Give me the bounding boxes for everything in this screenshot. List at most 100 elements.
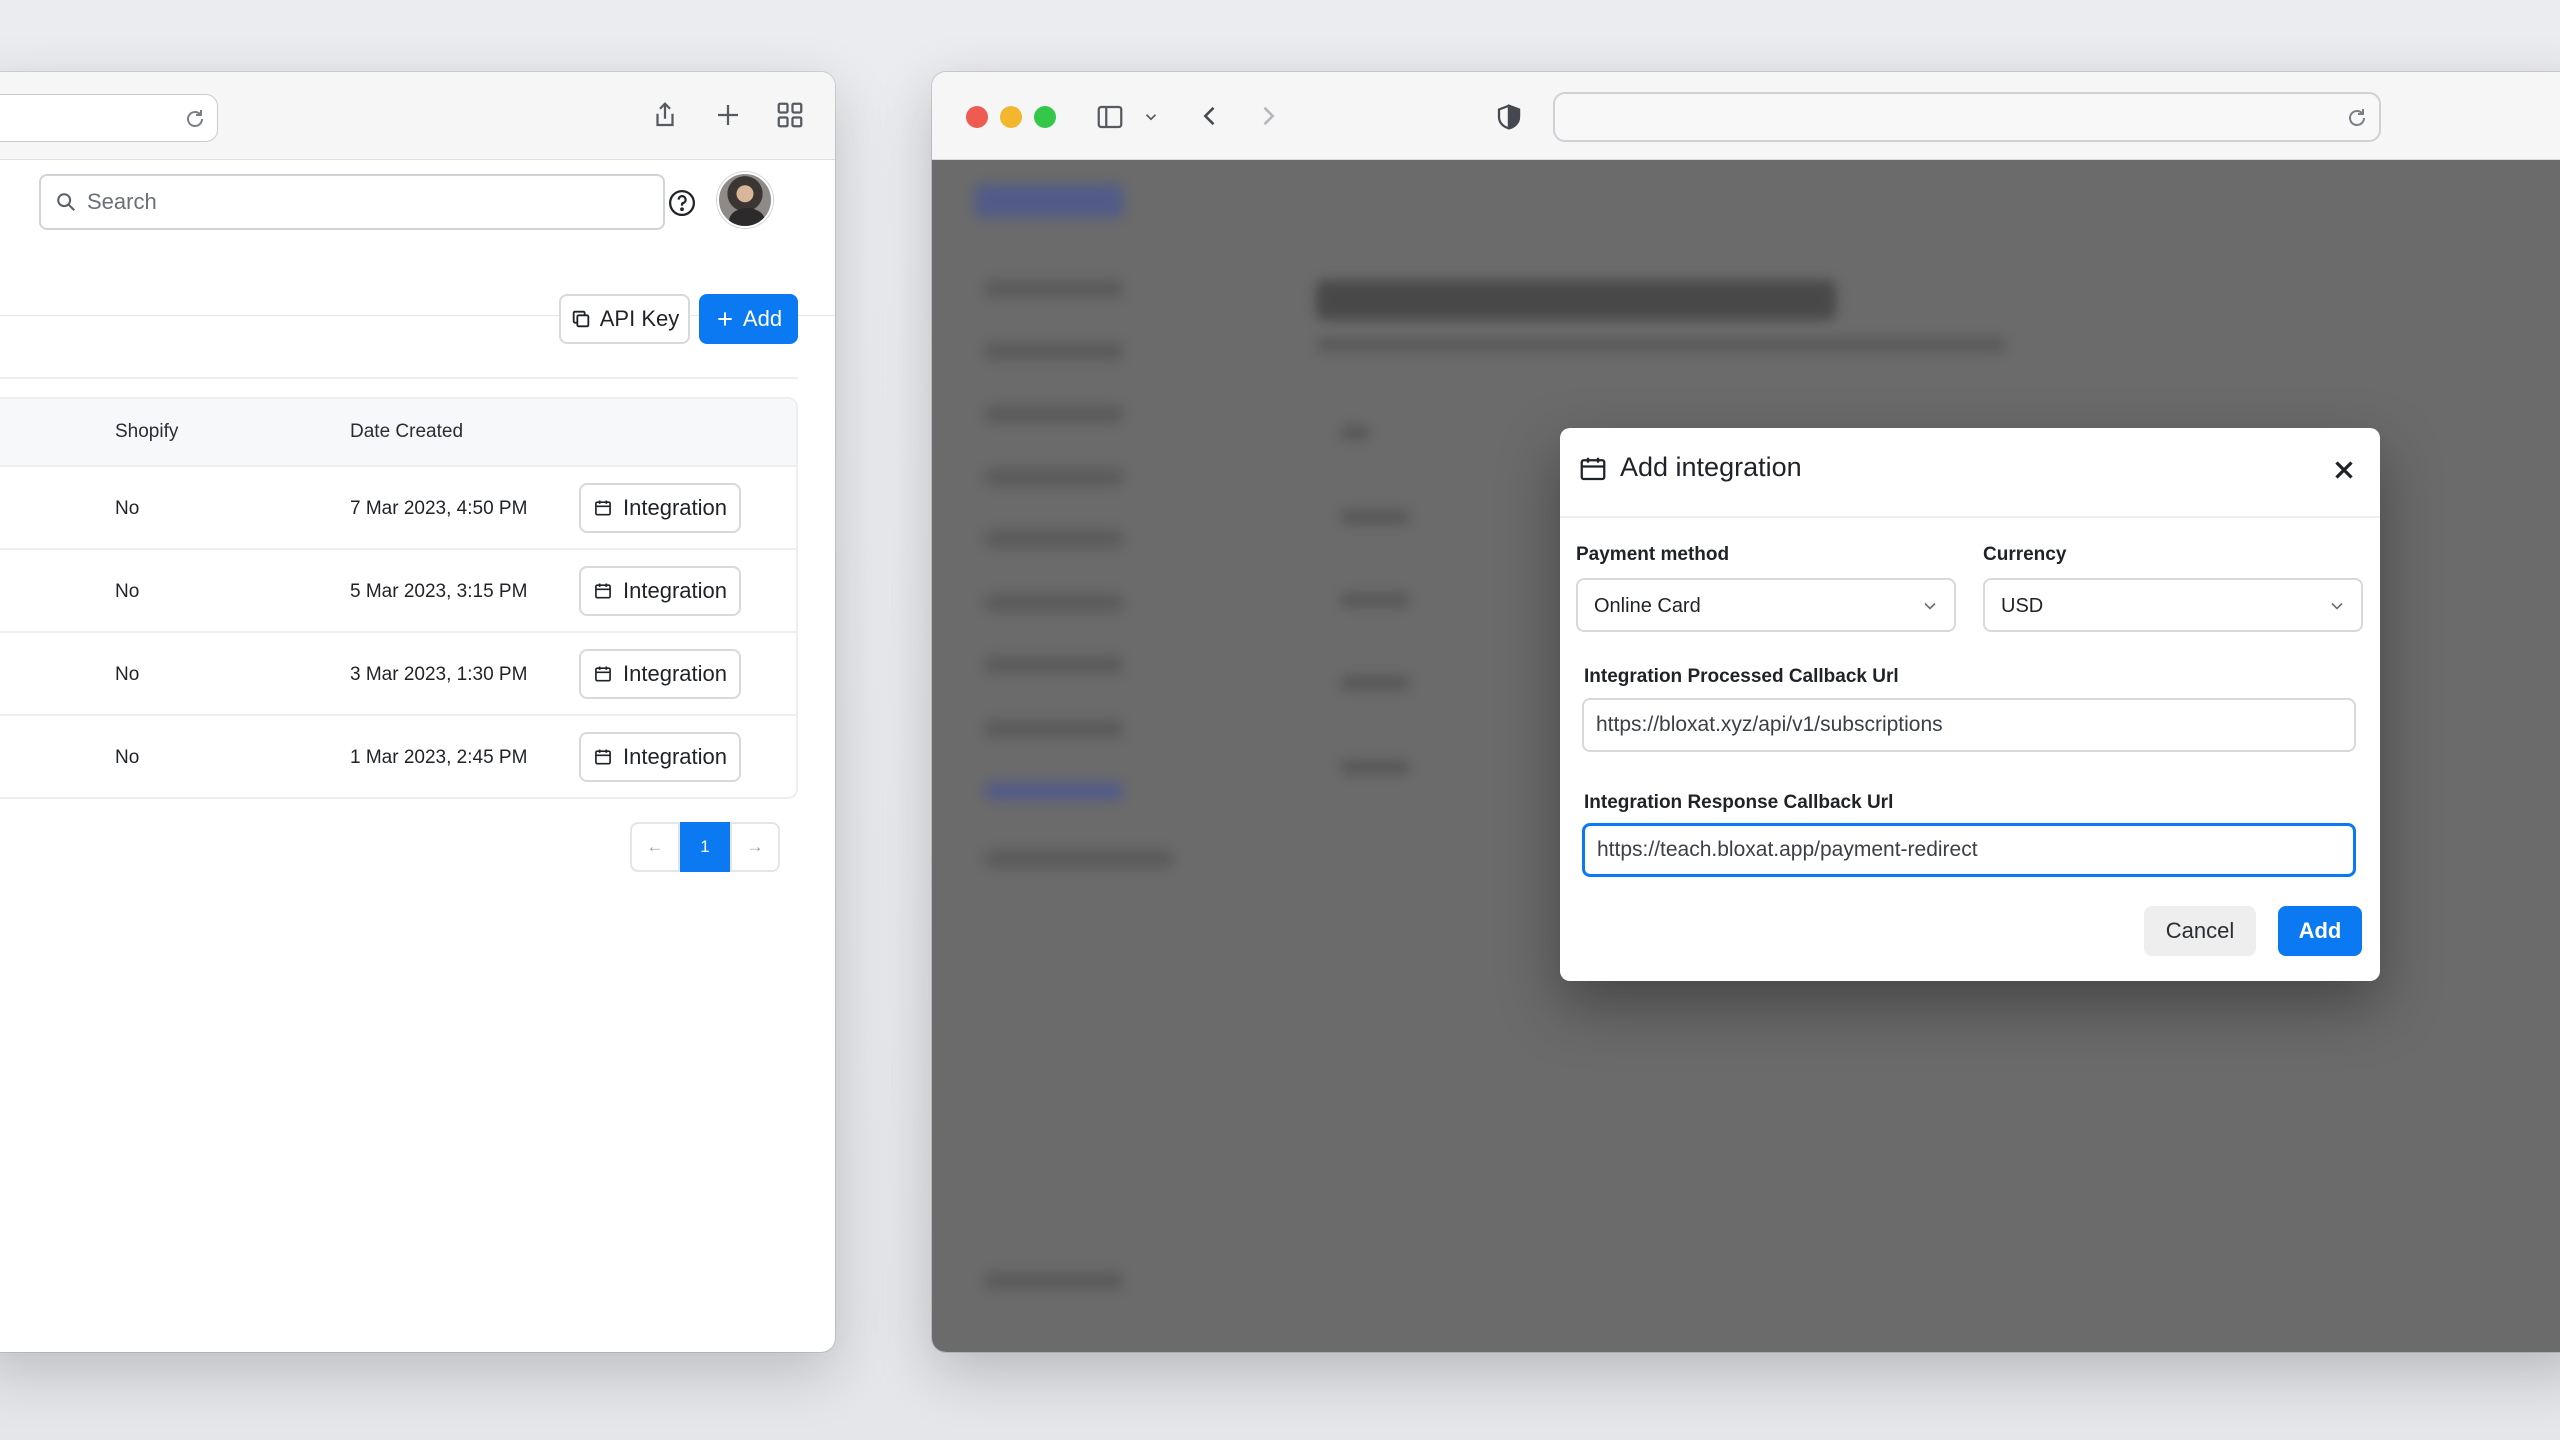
integration-label: Integration — [623, 744, 727, 769]
table-row: No 3 Mar 2023, 1:30 PM Integration — [0, 633, 796, 716]
privacy-shield-icon[interactable] — [1494, 102, 1524, 132]
close-icon[interactable] — [2326, 452, 2362, 488]
search-icon — [57, 193, 75, 211]
payment-method-select[interactable]: Online Card — [1576, 578, 1956, 632]
calendar-icon — [1580, 457, 1606, 481]
add-label: Add — [742, 306, 783, 331]
copy-icon — [572, 310, 589, 328]
currency-select[interactable]: USD — [1983, 578, 2363, 632]
help-icon[interactable] — [667, 188, 697, 218]
reload-icon[interactable] — [2345, 106, 2369, 130]
reload-icon[interactable] — [183, 107, 207, 131]
pagination-page-button[interactable]: 1 — [680, 822, 730, 872]
response-callback-input[interactable] — [1582, 823, 2356, 877]
cell-shopify: No — [115, 747, 140, 768]
column-header-shopify: Shopify — [115, 421, 179, 442]
right-browser-toolbar — [932, 72, 2560, 160]
tab-overview-icon[interactable] — [775, 100, 805, 130]
blurred-nav-item — [984, 720, 1124, 738]
blurred-nav-item — [984, 280, 1124, 298]
response-callback-label: Integration Response Callback Url — [1584, 792, 1894, 813]
table-row: No 1 Mar 2023, 2:45 PM Integration — [0, 716, 796, 799]
integration-label: Integration — [623, 661, 727, 686]
blurred-cell — [1340, 676, 1410, 690]
integration-button[interactable]: Integration — [579, 732, 741, 782]
integration-label: Integration — [623, 495, 727, 520]
chevron-down-icon — [1924, 602, 1936, 610]
modal-header: Add integration — [1560, 428, 2380, 518]
zoom-window-button[interactable] — [1034, 106, 1056, 128]
share-icon[interactable] — [650, 100, 680, 130]
cell-date-created: 5 Mar 2023, 3:15 PM — [350, 581, 528, 602]
back-icon[interactable] — [1196, 102, 1224, 130]
blurred-nav-item — [984, 1272, 1124, 1290]
cell-shopify: No — [115, 581, 140, 602]
cell-date-created: 1 Mar 2023, 2:45 PM — [350, 747, 528, 768]
table-row: No 7 Mar 2023, 4:50 PM Integration — [0, 467, 796, 550]
api-key-label: API Key — [599, 306, 680, 331]
blurred-nav-item — [984, 530, 1124, 548]
address-bar[interactable] — [1553, 92, 2381, 142]
processed-callback-input[interactable] — [1582, 698, 2356, 752]
column-header-date-created: Date Created — [350, 421, 464, 442]
integration-button[interactable]: Integration — [579, 483, 741, 533]
cell-date-created: 7 Mar 2023, 4:50 PM — [350, 498, 528, 519]
pagination: ← 1 → — [630, 822, 780, 872]
chevron-down-icon[interactable] — [1142, 108, 1160, 126]
calendar-icon — [595, 583, 611, 599]
currency-value: USD — [2001, 595, 2044, 617]
blurred-nav-item — [984, 656, 1124, 674]
integrations-table: Shopify Date Created No 7 Mar 2023, 4:50… — [0, 397, 798, 799]
integration-button[interactable]: Integration — [579, 566, 741, 616]
plus-icon — [718, 312, 732, 326]
blurred-nav-item — [984, 342, 1124, 360]
table-row: No 5 Mar 2023, 3:15 PM Integration — [0, 550, 796, 633]
submit-add-button[interactable]: Add — [2278, 906, 2362, 956]
pagination-next-button[interactable]: → — [730, 822, 780, 872]
currency-label: Currency — [1983, 544, 2067, 565]
blurred-cell — [1340, 510, 1410, 524]
blurred-nav-item — [984, 594, 1124, 612]
calendar-icon — [595, 666, 611, 682]
add-button[interactable]: Add — [699, 294, 798, 344]
cancel-button[interactable]: Cancel — [2144, 906, 2256, 956]
integration-button[interactable]: Integration — [579, 649, 741, 699]
new-tab-icon[interactable] — [713, 100, 743, 130]
api-key-button[interactable]: API Key — [559, 294, 690, 344]
search-input[interactable] — [87, 176, 647, 228]
blurred-cell — [1340, 593, 1410, 607]
payment-method-label: Payment method — [1576, 544, 1730, 565]
blurred-nav-item — [984, 468, 1124, 486]
blurred-cell — [1340, 760, 1410, 774]
blurred-nav-item — [984, 782, 1124, 800]
calendar-icon — [595, 500, 611, 516]
desktop-background: API Key Add Shopify Date Created No 7 Ma… — [0, 0, 2560, 1440]
blurred-nav-item — [984, 405, 1124, 423]
table-header: Shopify Date Created — [0, 399, 796, 467]
left-browser-toolbar — [0, 72, 835, 160]
forward-icon[interactable] — [1254, 102, 1282, 130]
blurred-logo — [974, 184, 1124, 218]
header-divider — [0, 377, 798, 379]
calendar-icon — [595, 749, 611, 765]
sidebar-toggle-icon[interactable] — [1094, 102, 1126, 132]
cell-date-created: 3 Mar 2023, 1:30 PM — [350, 664, 528, 685]
cell-shopify: No — [115, 664, 140, 685]
add-integration-modal: Add integration Payment method Online Ca… — [1560, 428, 2380, 981]
blurred-subtitle — [1316, 338, 2006, 352]
left-browser-window: API Key Add Shopify Date Created No 7 Ma… — [0, 72, 835, 1352]
blurred-title — [1316, 280, 1836, 320]
search-box[interactable] — [39, 174, 665, 230]
blurred-cell — [1340, 426, 1370, 440]
processed-callback-label: Integration Processed Callback Url — [1584, 666, 1899, 687]
blurred-nav-item — [984, 850, 1174, 868]
minimize-window-button[interactable] — [1000, 106, 1022, 128]
pagination-prev-button[interactable]: ← — [630, 822, 680, 872]
user-avatar[interactable] — [717, 172, 773, 228]
modal-title: Add integration — [1620, 452, 1802, 482]
left-address-bar[interactable] — [0, 94, 218, 142]
close-window-button[interactable] — [966, 106, 988, 128]
integration-label: Integration — [623, 578, 727, 603]
cell-shopify: No — [115, 498, 140, 519]
payment-method-value: Online Card — [1594, 595, 1701, 617]
